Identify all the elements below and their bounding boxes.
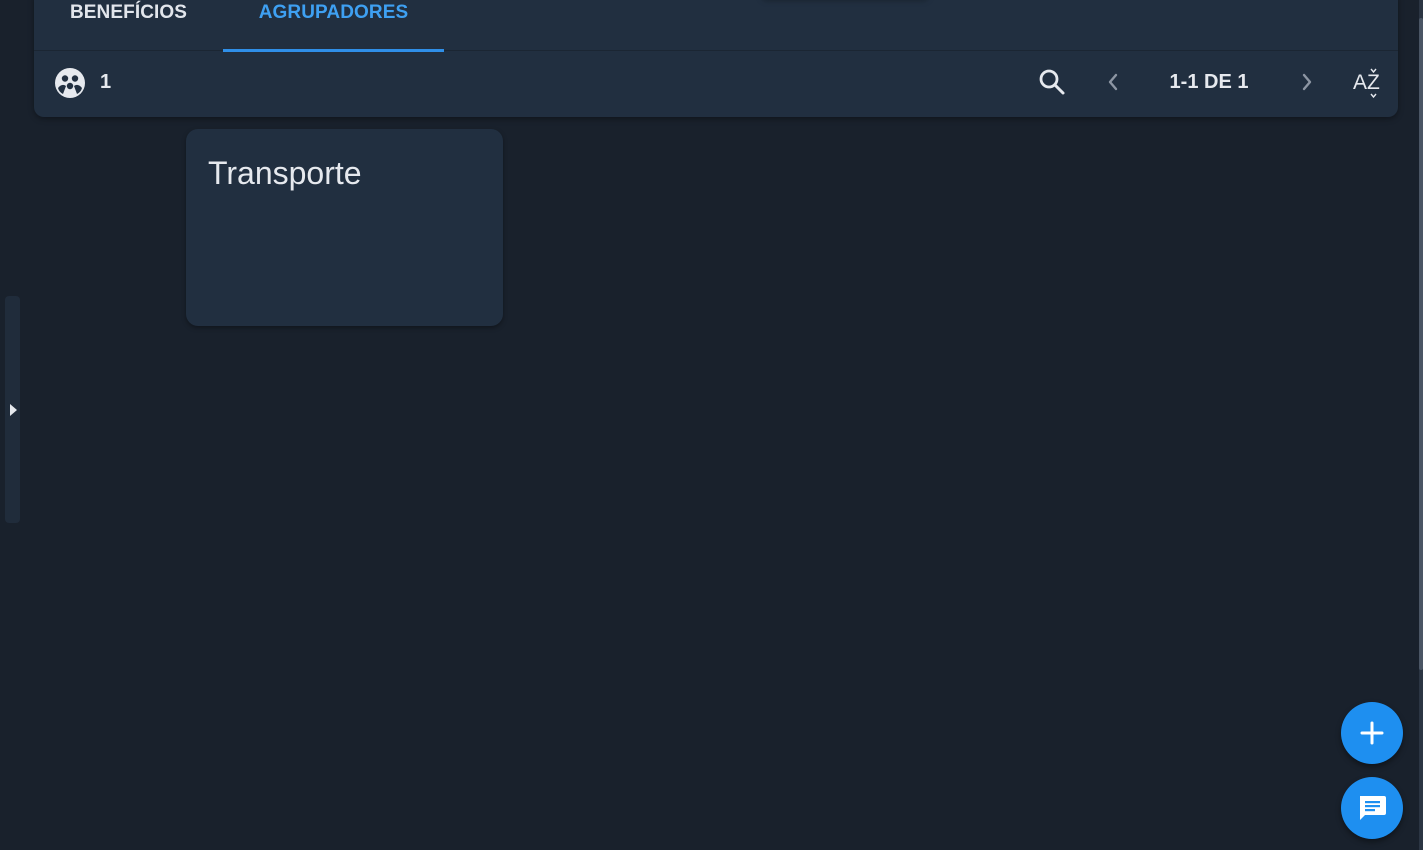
group-card[interactable]: Transporte — [186, 129, 503, 326]
sort-alpha-icon: AZ — [1353, 68, 1380, 98]
tab-agrupadores[interactable]: AGRUPADORES — [223, 0, 444, 49]
chevron-right-icon — [1302, 73, 1312, 91]
previous-page-button[interactable] — [1098, 65, 1128, 99]
sort-label: AZ — [1353, 71, 1380, 94]
app-page: BENEFÍCIOS AGRUPADORES 1 1-1 DE 1 AZ Tra… — [0, 0, 1423, 850]
add-button[interactable] — [1341, 702, 1403, 764]
list-toolbar: 1 1-1 DE 1 AZ — [34, 51, 1398, 111]
group-icon — [55, 68, 85, 98]
header-panel: BENEFÍCIOS AGRUPADORES 1 1-1 DE 1 AZ — [34, 0, 1398, 117]
caret-right-icon — [9, 403, 17, 416]
side-drawer-toggle[interactable] — [5, 296, 20, 523]
chat-button[interactable] — [1341, 777, 1403, 839]
top-decoration — [760, 0, 930, 2]
plus-icon — [1360, 721, 1384, 745]
chat-icon — [1360, 796, 1386, 820]
vertical-scrollbar[interactable] — [1419, 0, 1423, 850]
tab-agrupadores-label: AGRUPADORES — [258, 2, 409, 23]
pagination-label: 1-1 DE 1 — [1169, 71, 1249, 93]
search-button[interactable] — [1034, 65, 1070, 99]
tab-beneficios[interactable]: BENEFÍCIOS — [34, 0, 223, 49]
search-icon — [1039, 69, 1065, 95]
sort-button[interactable]: AZ — [1348, 63, 1388, 101]
card-title: Transporte — [208, 155, 362, 191]
chevron-left-icon — [1108, 73, 1118, 91]
tab-bar: BENEFÍCIOS AGRUPADORES — [34, 0, 1398, 52]
item-count: 1 — [100, 71, 112, 93]
scrollbar-thumb[interactable] — [1419, 18, 1423, 670]
next-page-button[interactable] — [1292, 65, 1322, 99]
tab-beneficios-label: BENEFÍCIOS — [69, 2, 188, 23]
